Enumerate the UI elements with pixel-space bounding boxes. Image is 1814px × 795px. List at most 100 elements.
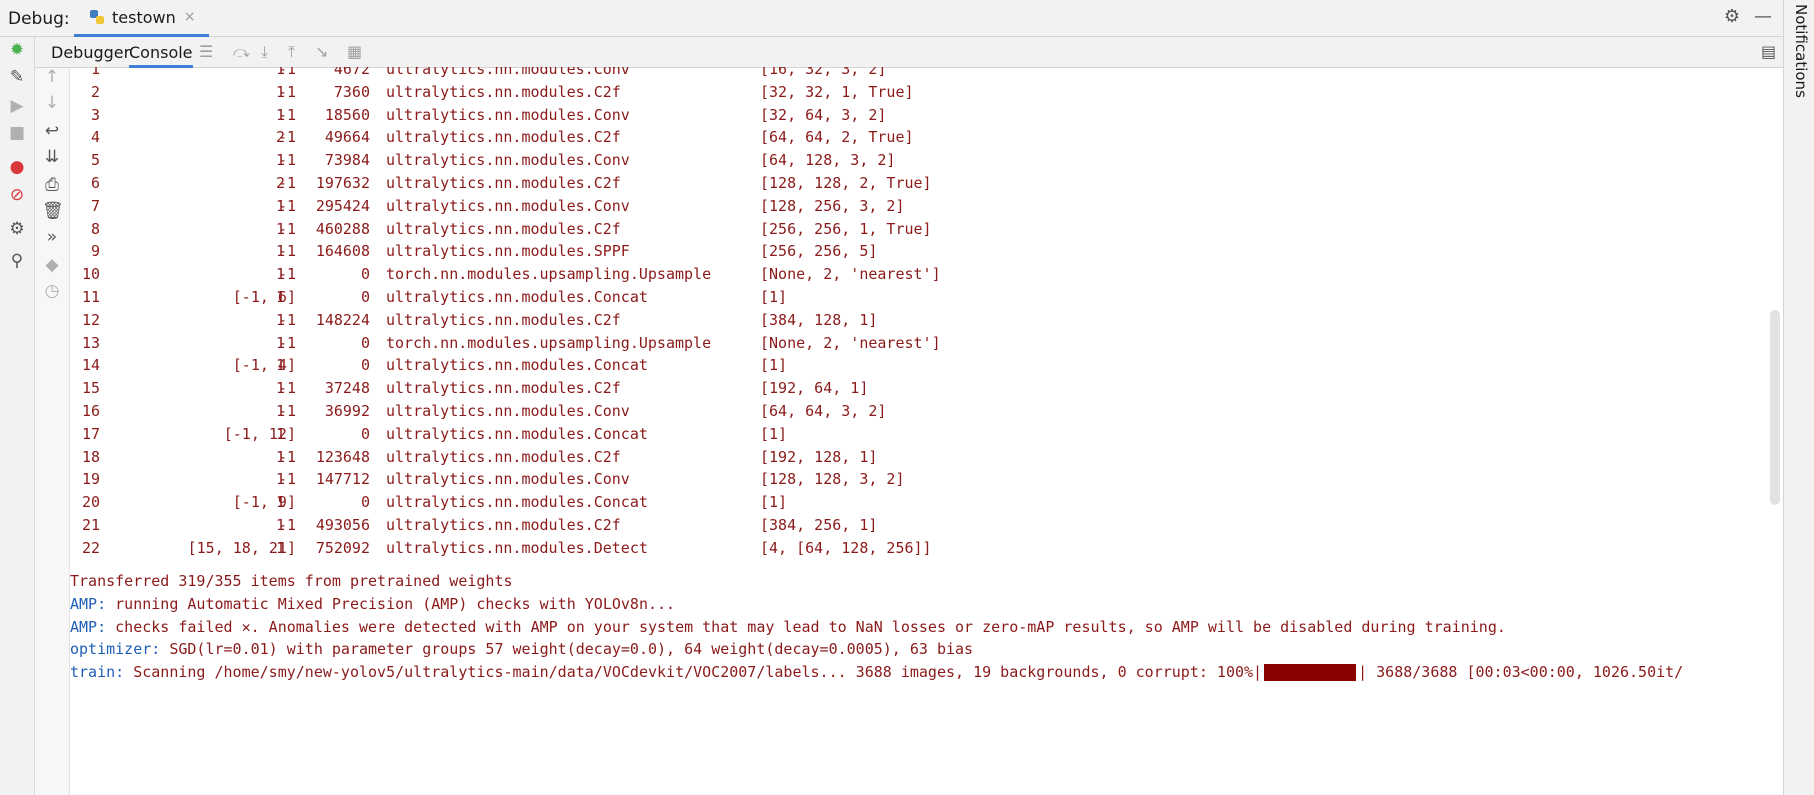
gear-icon[interactable]: ⚙ [1724, 6, 1740, 27]
minimize-icon[interactable]: — [1754, 6, 1772, 27]
progress-bar [1264, 664, 1357, 681]
cell-module: ultralytics.nn.modules.Conv [386, 470, 630, 489]
cell-from: [15, 18, 21] [187, 538, 296, 557]
cell-n: 1 [276, 288, 286, 306]
pin-icon[interactable]: ⚲ [7, 251, 27, 271]
optimizer-prefix: optimizer: [70, 640, 161, 658]
table-row: 1 -1 1 4672 ultralytics.nn.modules.Conv [16, … [70, 67, 1170, 80]
cell-idx: 7 [90, 196, 100, 215]
cell-idx: 15 [81, 379, 100, 398]
cell-params: 0 [360, 265, 370, 284]
cell-params: 164608 [315, 242, 370, 261]
layout-options-icon[interactable]: ▤ [1761, 42, 1776, 61]
cell-idx: 13 [81, 333, 100, 352]
stop-icon[interactable]: ■ [7, 123, 27, 143]
print-icon[interactable]: ⎙ [42, 175, 62, 195]
history-icon[interactable]: ◷ [42, 281, 62, 301]
cell-module: ultralytics.nn.modules.Conv [386, 67, 630, 78]
cell-from: -1 [277, 105, 296, 124]
cell-n: 1 [276, 105, 286, 124]
settings-icon[interactable]: ⚙ [7, 219, 27, 239]
cell-params: 147712 [315, 470, 370, 489]
cell-n: 1 [276, 82, 286, 101]
table-row: 17 [-1, 12] 1 0 ultralytics.nn.modules.Conca… [70, 423, 1170, 445]
table-row: 2 -1 1 7360 ultralytics.nn.modules.C2f [32, 3… [70, 81, 1170, 103]
cell-params: 18560 [324, 105, 370, 124]
cell-module: ultralytics.nn.modules.Concat [386, 288, 648, 306]
cell-params: 73984 [324, 151, 370, 170]
log-line: AMP: running Automatic Mixed Precision (… [70, 593, 1780, 615]
cell-n: 1 [276, 402, 286, 420]
cell-module: ultralytics.nn.modules.C2f [386, 310, 621, 329]
layout-icon[interactable]: ☰ [199, 42, 213, 61]
amp-text: checks failed ✕. Anomalies were detected… [106, 618, 1506, 636]
cell-params: 197632 [315, 174, 370, 192]
mute-breakpoints-icon[interactable]: ⊘ [7, 185, 27, 205]
log-transferred: Transferred 319/355 items from pretraine… [70, 572, 513, 590]
cell-args: [128, 128, 3, 2] [760, 470, 905, 489]
cell-module: ultralytics.nn.modules.C2f [386, 516, 621, 534]
cell-n: 1 [276, 424, 286, 443]
debug-title-bar: Debug: testown × ⚙ — [0, 0, 1814, 37]
cell-from: [-1, 12] [223, 424, 296, 443]
execute-icon[interactable]: » [42, 227, 62, 247]
notifications-label[interactable]: Notifications [1792, 4, 1810, 98]
console-output[interactable]: 1 -1 1 4672 ultralytics.nn.modules.Conv [16, … [70, 67, 1780, 795]
console-scrollbar[interactable] [1770, 310, 1780, 505]
cell-from: -1 [277, 516, 296, 534]
run-to-cursor-icon[interactable]: ↘ [315, 42, 328, 61]
cell-params: 0 [360, 288, 370, 306]
debug-actions-bar: ✹ ✎ ▶ ■ ● ⊘ ⚙ ⚲ [0, 37, 35, 795]
log-line: train: Scanning /home/smy/new-yolov5/ult… [70, 661, 1780, 683]
cell-idx: 1 [90, 67, 100, 78]
log-line: AMP: checks failed ✕. Anomalies were det… [70, 616, 1780, 638]
amp-text: running Automatic Mixed Precision (AMP) … [106, 595, 676, 613]
run-config-tab[interactable]: testown × [74, 0, 210, 37]
table-row: 7 -1 1 295424 ultralytics.nn.modules.Conv [12… [70, 195, 1170, 217]
soft-wrap-icon[interactable]: ↩ [42, 121, 62, 141]
cell-n: 1 [276, 67, 286, 78]
cell-n: 1 [276, 447, 286, 466]
cell-module: ultralytics.nn.modules.Conv [386, 151, 630, 170]
arrow-up-icon[interactable]: ↑ [42, 67, 62, 87]
cell-args: [16, 32, 3, 2] [760, 67, 887, 78]
arrow-down-icon[interactable]: ↓ [42, 93, 62, 113]
step-over-icon[interactable]: ⤼ [233, 42, 250, 62]
breakpoints-icon[interactable]: ● [7, 157, 27, 177]
log-line: optimizer: SGD(lr=0.01) with parameter g… [70, 638, 1780, 660]
cell-params: 4672 [333, 67, 370, 78]
cell-args: [1] [760, 493, 788, 512]
cell-module: ultralytics.nn.modules.Conv [386, 196, 630, 215]
table-row: 5 -1 1 73984 ultralytics.nn.modules.Conv [64,… [70, 149, 1170, 171]
cell-args: [256, 256, 5] [760, 242, 878, 261]
evaluate-icon[interactable]: ▦ [347, 42, 362, 61]
table-row: 20 [-1, 9] 1 0 ultralytics.nn.modules.Concat… [70, 491, 1170, 513]
resume-icon[interactable]: ▶ [7, 96, 27, 116]
cell-params: 0 [360, 356, 370, 375]
cell-idx: 4 [90, 128, 100, 147]
cell-idx: 21 [81, 516, 100, 534]
scroll-to-end-icon[interactable]: ⇊ [42, 147, 62, 167]
cell-idx: 20 [81, 493, 100, 512]
cell-args: [128, 256, 3, 2] [760, 196, 905, 215]
wrench-icon[interactable]: ✎ [7, 67, 27, 87]
table-row: 12 -1 1 148224 ultralytics.nn.modules.C2f [38… [70, 309, 1170, 331]
cell-params: 0 [360, 493, 370, 512]
cell-from: -1 [277, 174, 296, 192]
close-icon[interactable]: × [184, 9, 196, 25]
cell-args: [4, [64, 128, 256]] [760, 538, 932, 557]
tab-debugger[interactable]: Debugger [51, 43, 130, 62]
python-console-icon[interactable]: ◆ [42, 255, 62, 275]
tab-console[interactable]: Console [129, 43, 193, 68]
trash-icon[interactable]: 🗑 [42, 201, 64, 221]
step-out-icon[interactable]: ⤒ [288, 42, 295, 62]
cell-from: -1 [277, 242, 296, 261]
table-row: 11 [-1, 6] 1 0 ultralytics.nn.modules.Concat… [70, 286, 1170, 308]
table-row: 18 -1 1 123648 ultralytics.nn.modules.C2f [19… [70, 446, 1170, 468]
cell-idx: 17 [81, 424, 100, 443]
step-into-icon[interactable]: ⤓ [261, 42, 268, 62]
cell-args: [32, 32, 1, True] [760, 82, 914, 101]
train-text: Scanning /home/smy/new-yolov5/ultralytic… [124, 663, 1263, 681]
cell-n: 1 [276, 196, 286, 215]
cell-n: 1 [276, 333, 286, 352]
